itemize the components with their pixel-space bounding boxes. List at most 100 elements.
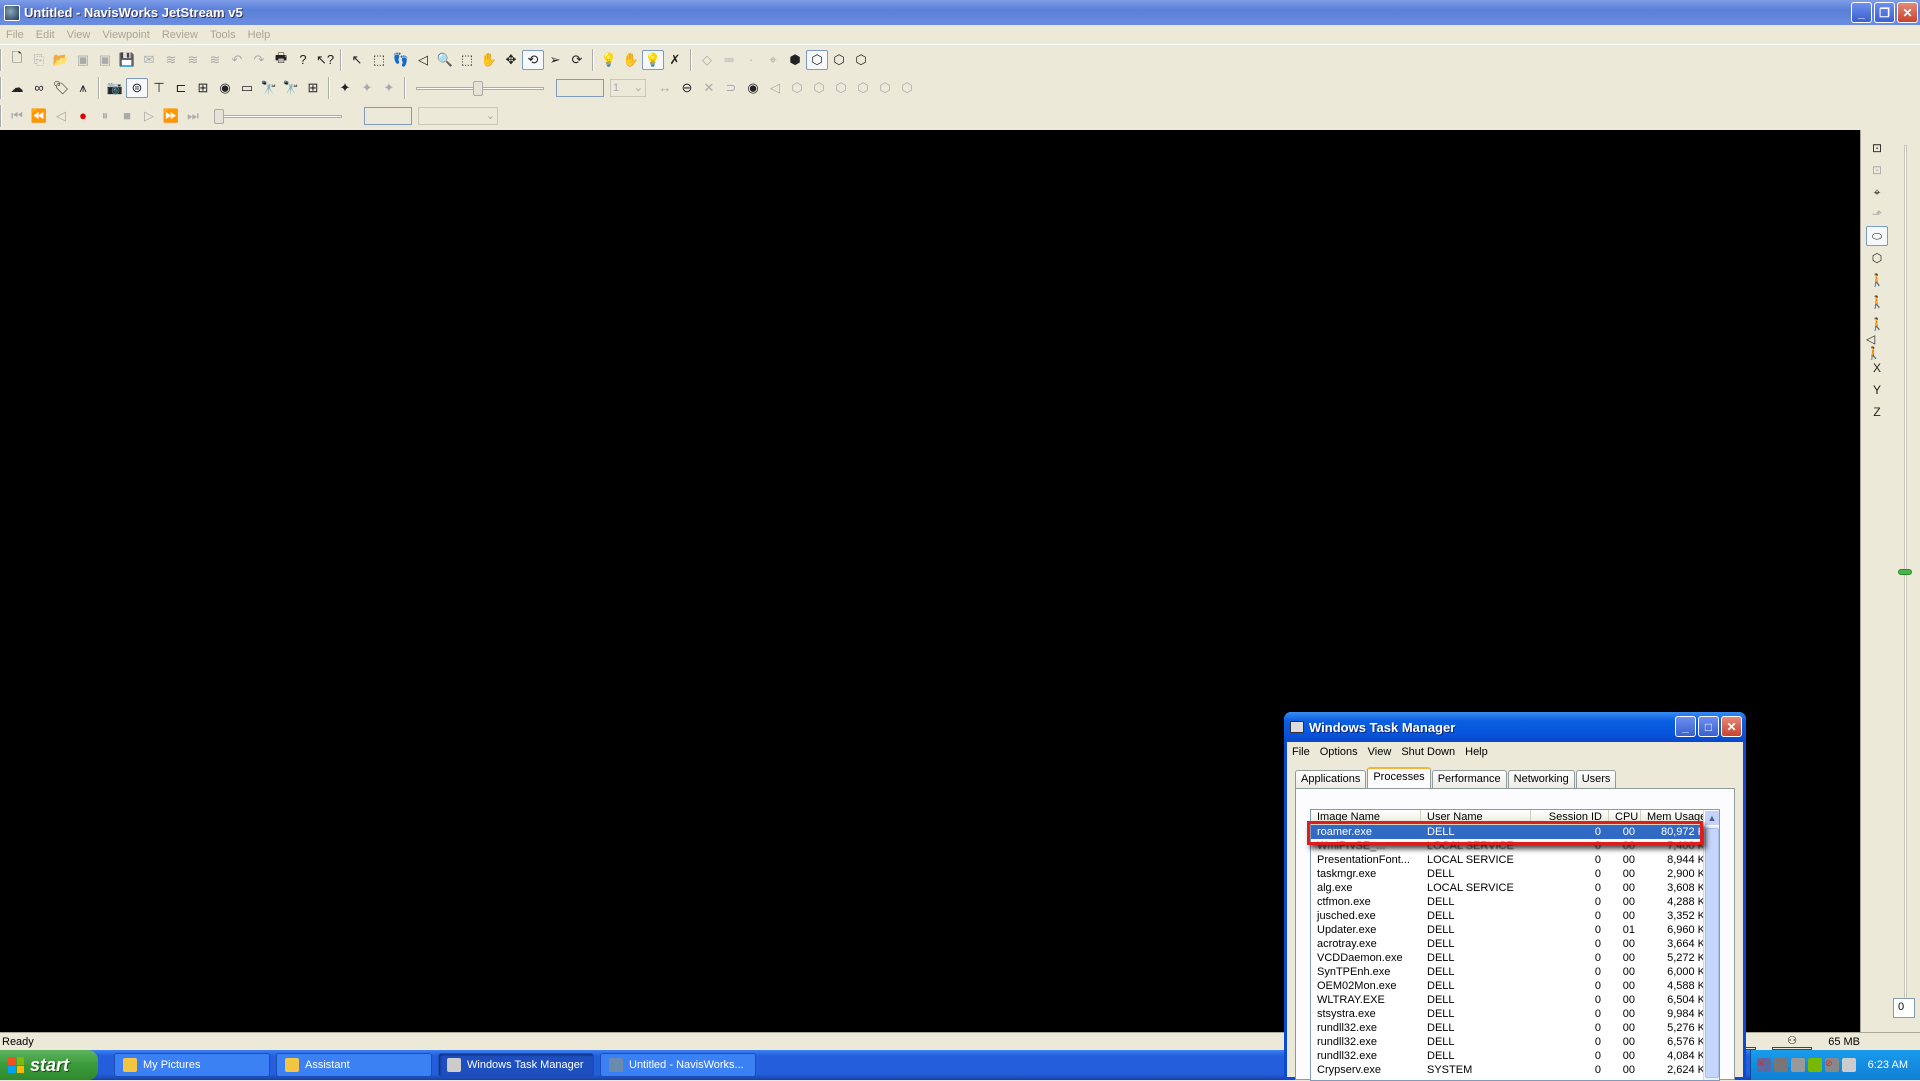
snap-icon[interactable]: ⌖: [762, 50, 784, 70]
fly-icon[interactable]: ➢: [544, 50, 566, 70]
playback-slider[interactable]: [208, 106, 348, 126]
ellipse-redline-icon[interactable]: ∞: [28, 78, 50, 98]
tab-performance[interactable]: Performance: [1431, 770, 1507, 788]
stop-icon[interactable]: ■: [116, 106, 138, 126]
menu-tools[interactable]: Tools: [210, 29, 236, 41]
redo-icon[interactable]: ↷: [248, 50, 270, 70]
step-back-icon[interactable]: ⏪: [28, 106, 50, 126]
tag-icon[interactable]: 🏷: [50, 78, 72, 98]
speed-slider-thumb[interactable]: [1898, 568, 1912, 575]
zoom-window-icon[interactable]: ⬏: [1866, 204, 1888, 224]
tm-maximize-button[interactable]: □: [1698, 716, 1719, 737]
record-icon[interactable]: ●: [72, 106, 94, 126]
section-plane-icon[interactable]: ⊖: [676, 78, 698, 98]
zoom-icon[interactable]: 🔍: [434, 50, 456, 70]
comments-icon[interactable]: ▭: [236, 78, 258, 98]
process-row[interactable]: ctfmon.exe DELL 0 00 4,288 K: [1311, 895, 1719, 909]
play-icon[interactable]: ▷: [138, 106, 160, 126]
axis-z-icon[interactable]: Z: [1866, 402, 1888, 422]
selection-tree-icon[interactable]: ⊞: [192, 78, 214, 98]
zoom-box-icon[interactable]: ⬚: [456, 50, 478, 70]
process-row[interactable]: OEM02Mon.exe DELL 0 00 4,588 K: [1311, 979, 1719, 993]
refresh-icon[interactable]: ≋: [160, 50, 182, 70]
menu-help[interactable]: Help: [248, 29, 271, 41]
hidden-line-icon[interactable]: ⬡: [850, 50, 872, 70]
menu-viewpoint[interactable]: Viewpoint: [102, 29, 150, 41]
playback-slider-thumb[interactable]: [214, 108, 224, 124]
find-comments-icon[interactable]: 🔭: [280, 78, 302, 98]
process-row[interactable]: VCDDaemon.exe DELL 0 00 5,272 K: [1311, 951, 1719, 965]
undo-icon[interactable]: ↶: [226, 50, 248, 70]
step-forward-icon[interactable]: ⏩: [160, 106, 182, 126]
walk-icon[interactable]: 👣: [390, 50, 412, 70]
help-icon[interactable]: ?: [292, 50, 314, 70]
usb-icon[interactable]: [1842, 1058, 1856, 1072]
examine-icon[interactable]: ⟲: [522, 49, 544, 70]
print-icon[interactable]: 🖶: [270, 50, 292, 70]
axis-x-icon[interactable]: X: [1866, 358, 1888, 378]
col-session-id[interactable]: Session ID: [1531, 810, 1609, 824]
tm-menu-shut-down[interactable]: Shut Down: [1401, 746, 1455, 758]
col-image-name[interactable]: Image Name: [1311, 810, 1421, 824]
playback-frame-input[interactable]: [364, 106, 412, 125]
process-row[interactable]: taskmgr.exe DELL 0 00 2,900 K: [1311, 867, 1719, 881]
start-button[interactable]: start: [0, 1050, 98, 1080]
camera-icon[interactable]: 📷: [104, 78, 126, 98]
zoom-all-icon[interactable]: ⊡: [1866, 138, 1888, 158]
merge-icon[interactable]: ⎘: [28, 50, 50, 70]
open-icon[interactable]: 📂: [50, 50, 72, 70]
append-icon[interactable]: ▣: [72, 50, 94, 70]
scene-light-icon[interactable]: ✋: [620, 50, 642, 70]
process-row[interactable]: WmiPrvSE_... LOCAL SERVICE 0 00 7,400 K: [1311, 839, 1719, 853]
orthographic-icon[interactable]: ⬡: [1866, 248, 1888, 268]
col-mem-usage[interactable]: Mem Usage: [1641, 810, 1711, 824]
find-icon[interactable]: 🔭: [258, 78, 280, 98]
perspective-icon[interactable]: ⬭: [1866, 226, 1888, 246]
tm-minimize-button[interactable]: _: [1675, 716, 1696, 737]
task-my-pictures[interactable]: My Pictures: [114, 1053, 270, 1077]
col-cpu[interactable]: CPU: [1609, 810, 1641, 824]
display-icon[interactable]: [1774, 1058, 1788, 1072]
process-row[interactable]: rundll32.exe DELL 0 00 6,576 K: [1311, 1035, 1719, 1049]
focus-icon[interactable]: ⌖: [1866, 182, 1888, 202]
clear-section-icon[interactable]: ✕: [698, 78, 720, 98]
scrollbar-thumb[interactable]: [1705, 828, 1719, 1078]
task-windows-task-manager[interactable]: Windows Task Manager: [438, 1053, 594, 1077]
network-disconnected-icon[interactable]: ✕: [1757, 1058, 1771, 1072]
batch-icon[interactable]: ≋: [204, 50, 226, 70]
full-light-icon[interactable]: 💡: [642, 49, 664, 70]
collision-icon[interactable]: ⊏: [170, 78, 192, 98]
shaded-render-icon[interactable]: ⬡: [806, 49, 828, 70]
tab-applications[interactable]: Applications: [1295, 770, 1367, 788]
menu-review[interactable]: Review: [162, 29, 198, 41]
process-row[interactable]: PresentationFont... LOCAL SERVICE 0 00 8,944…: [1311, 853, 1719, 867]
process-row[interactable]: Updater.exe DELL 0 01 6,960 K: [1311, 923, 1719, 937]
points-icon[interactable]: ·: [740, 50, 762, 70]
gravity-walk-icon[interactable]: 🚶: [1866, 292, 1888, 312]
cloud-redline-icon[interactable]: ☁: [6, 78, 28, 98]
task-navisworks[interactable]: Untitled - NavisWorks...: [600, 1053, 756, 1077]
process-row[interactable]: Crypserv.exe SYSTEM 0 00 2,624 K: [1311, 1063, 1719, 1077]
avatar-icon[interactable]: ✦: [334, 78, 356, 98]
crouch-icon[interactable]: 🚶: [1866, 314, 1888, 334]
axis-y-icon[interactable]: Y: [1866, 380, 1888, 400]
process-row[interactable]: SynTPEnh.exe DELL 0 00 6,000 K: [1311, 965, 1719, 979]
tm-menu-file[interactable]: File: [1292, 746, 1310, 758]
section-back-icon[interactable]: ⬡: [830, 78, 852, 98]
close-button[interactable]: ✕: [1897, 2, 1918, 23]
properties-icon[interactable]: ◉: [214, 78, 236, 98]
process-row[interactable]: stsystra.exe DELL 0 00 9,984 K: [1311, 1007, 1719, 1021]
play-back-icon[interactable]: ◁: [50, 106, 72, 126]
fast-forward-icon[interactable]: ⏭: [182, 106, 204, 126]
section-distance-input[interactable]: [556, 78, 604, 97]
tm-close-button[interactable]: ✕: [1721, 716, 1742, 737]
scroll-up-icon[interactable]: ▲: [1704, 810, 1719, 826]
section-icon[interactable]: ⊜: [126, 77, 148, 98]
process-row[interactable]: rundll32.exe DELL 0 00 5,276 K: [1311, 1021, 1719, 1035]
section-top-icon[interactable]: ◁: [764, 78, 786, 98]
turntable-icon[interactable]: ⟳: [566, 50, 588, 70]
gravity-icon[interactable]: ⊤: [148, 78, 170, 98]
no-light-icon[interactable]: ✗: [664, 50, 686, 70]
menu-file[interactable]: File: [6, 29, 24, 41]
full-render-icon[interactable]: ⬢: [784, 50, 806, 70]
